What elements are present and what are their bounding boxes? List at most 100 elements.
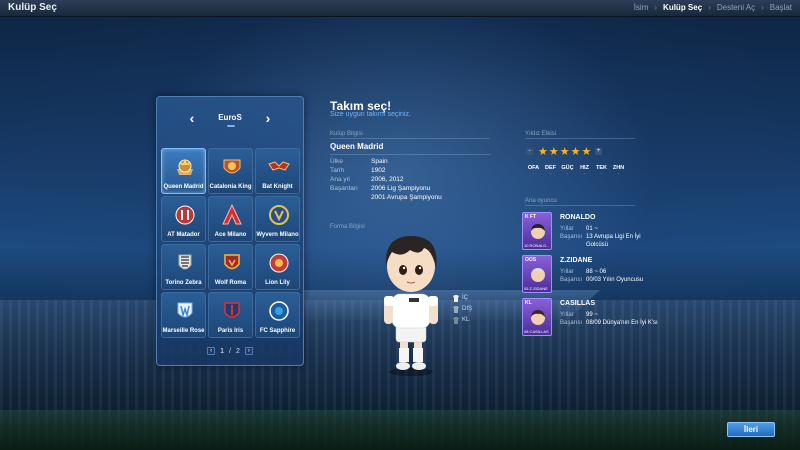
years-value: 99 ~ [586, 312, 598, 318]
club-grid: Queen Madrid Catalonia King Bat Knight A… [161, 148, 301, 338]
kit-option-label: İÇ [462, 295, 468, 301]
next-button[interactable]: İleri [727, 422, 775, 437]
top-bar: Kulüp Seç İsim › Kulüp Seç › Desteni Aç … [0, 0, 800, 17]
card-position: OOS [525, 257, 537, 263]
player-name: Z.ZIDANE [560, 257, 593, 264]
player-entry-ronaldo[interactable]: K FT 10 RONALD... RONALDO Yıllar 01 ~ Baş… [522, 212, 641, 250]
lion-crest-icon [269, 253, 289, 273]
player-years: Yıllar 99 ~ [560, 312, 598, 318]
club-name: AT Matador [167, 232, 200, 238]
ace-crest-icon [222, 203, 242, 225]
club-tile-bat-knight[interactable]: Bat Knight [255, 148, 300, 194]
shirt-icon [453, 295, 459, 302]
club-tile-torino-zebra[interactable]: Torino Zebra [161, 244, 206, 290]
achievement-value: 00/03 Yılın Oyuncusu [586, 277, 644, 283]
info-key: Tarih [330, 167, 345, 174]
wolf-crest-icon [224, 254, 240, 270]
card-caption: 05 Z.ZIDANE [524, 286, 548, 291]
years-key: Yıllar [560, 312, 574, 318]
player-entry-zidane[interactable]: OOS 05 Z.ZIDANE Z.ZIDANE Yıllar 88 ~ 06 B… [522, 255, 643, 293]
club-name: Torino Zebra [165, 280, 202, 286]
player-avatar [384, 236, 438, 376]
breadcrumb-start[interactable]: Başlat [770, 3, 792, 12]
club-name: FC Sapphire [259, 328, 296, 334]
stat-def: DEF - [543, 165, 558, 177]
divider [330, 138, 490, 139]
chevron-right-icon: › [761, 3, 764, 12]
chevron-right-icon: › [708, 3, 711, 12]
club-pager: ‹ 1 / 2 › [157, 347, 303, 355]
stat-value: - [600, 171, 603, 177]
player-entry-casillas[interactable]: KL 08 CASILLAS CASILLAS Yıllar 99 ~ Başar… [522, 298, 658, 336]
info-value: 2006, 2012 [371, 176, 404, 183]
club-tile-wyvern-milano[interactable]: Wyvern Milano [255, 196, 300, 242]
card-position: K FT [525, 214, 537, 220]
info-value: 2006 Lig Şampiyonu [371, 185, 431, 192]
stat-value: - [617, 171, 620, 177]
next-page-button[interactable]: › [244, 347, 253, 355]
years-key: Yıllar [560, 226, 574, 232]
breadcrumb-club-select[interactable]: Kulüp Seç [663, 3, 702, 12]
stat-value: - [549, 171, 552, 177]
page-subtitle: Size uygun takımı seçiniz. [330, 111, 411, 118]
achievement-value: 08/09 Dünya'nın En İyi K'sı [586, 320, 658, 326]
window-title: Kulüp Seç [8, 2, 57, 13]
breadcrumb: İsim › Kulüp Seç › Desteni Aç › Başlat [634, 3, 792, 12]
info-key: Başarıları [330, 185, 358, 192]
iris-crest-icon [224, 302, 240, 318]
info-value: 2001 Avrupa Şampiyonu [371, 194, 442, 201]
club-name: Paris Iris [217, 328, 244, 334]
club-tile-wolf-roma[interactable]: Wolf Roma [208, 244, 253, 290]
club-tile-marseille-rose[interactable]: Marseille Rose [161, 292, 206, 338]
club-name: Lion Lily [265, 280, 290, 286]
sapphire-crest-icon [269, 301, 289, 321]
breadcrumb-name[interactable]: İsim [634, 3, 649, 12]
star-decrease-button[interactable]: - [526, 148, 533, 155]
club-name: Catalonia King [209, 184, 252, 190]
player-years: Yıllar 01 ~ [560, 226, 598, 232]
years-value: 01 ~ [586, 226, 598, 232]
player-card: OOS 05 Z.ZIDANE [522, 255, 552, 293]
kit-option-away[interactable]: DIŞ [452, 305, 472, 313]
club-tile-at-matador[interactable]: AT Matador [161, 196, 206, 242]
stat-guc: GÜÇ - [560, 165, 575, 177]
card-position: KL [525, 300, 532, 306]
kit-option-keeper[interactable]: KL [452, 316, 472, 324]
player-card: KL 08 CASILLAS [522, 298, 552, 336]
club-name: Bat Knight [262, 184, 293, 190]
divider [330, 154, 490, 155]
club-tile-fc-sapphire[interactable]: FC Sapphire [255, 292, 300, 338]
club-tile-catalonia-king[interactable]: Catalonia King [208, 148, 253, 194]
divider [525, 138, 635, 139]
kit-options: İÇ DIŞ KL [452, 294, 472, 327]
matador-crest-icon [175, 205, 195, 225]
kit-option-home[interactable]: İÇ [452, 294, 472, 302]
player-face-icon [531, 310, 545, 325]
card-caption: 08 CASILLAS [524, 329, 549, 334]
prev-page-button[interactable]: ‹ [207, 347, 216, 355]
selected-club-name: Queen Madrid [330, 142, 384, 151]
club-tile-ace-milano[interactable]: Ace Milano [208, 196, 253, 242]
years-value: 88 ~ 06 [586, 269, 607, 275]
club-tile-paris-iris[interactable]: Paris Iris [208, 292, 253, 338]
star-icon: ★ [581, 146, 592, 158]
league-nav: ‹ EuroS › [157, 111, 303, 125]
club-tile-lion-lily[interactable]: Lion Lily [255, 244, 300, 290]
stat-tek: TEK - [594, 165, 609, 177]
breadcrumb-open-deck[interactable]: Desteni Aç [717, 3, 755, 12]
stat-value: - [566, 171, 569, 177]
achievement-value: 13 Avrupa Ligi En İyi [586, 234, 641, 240]
player-achievement: Başarısı 13 Avrupa Ligi En İyi [560, 234, 641, 240]
page-total: 2 [235, 347, 240, 355]
stat-ofa: OFA - [526, 165, 541, 177]
stat-value: - [583, 171, 586, 177]
player-face-icon [531, 224, 545, 239]
club-tile-queen-madrid[interactable]: Queen Madrid [161, 148, 206, 194]
star-increase-button[interactable]: + [595, 148, 602, 155]
star-icon: ★ [570, 146, 581, 158]
bat-crest-icon [268, 161, 290, 171]
next-league-arrow-icon[interactable]: › [261, 111, 275, 125]
player-achievement: Başarısı 00/03 Yılın Oyuncusu [560, 277, 643, 283]
player-card: K FT 10 RONALD... [522, 212, 552, 250]
zebra-crest-icon [178, 254, 192, 270]
